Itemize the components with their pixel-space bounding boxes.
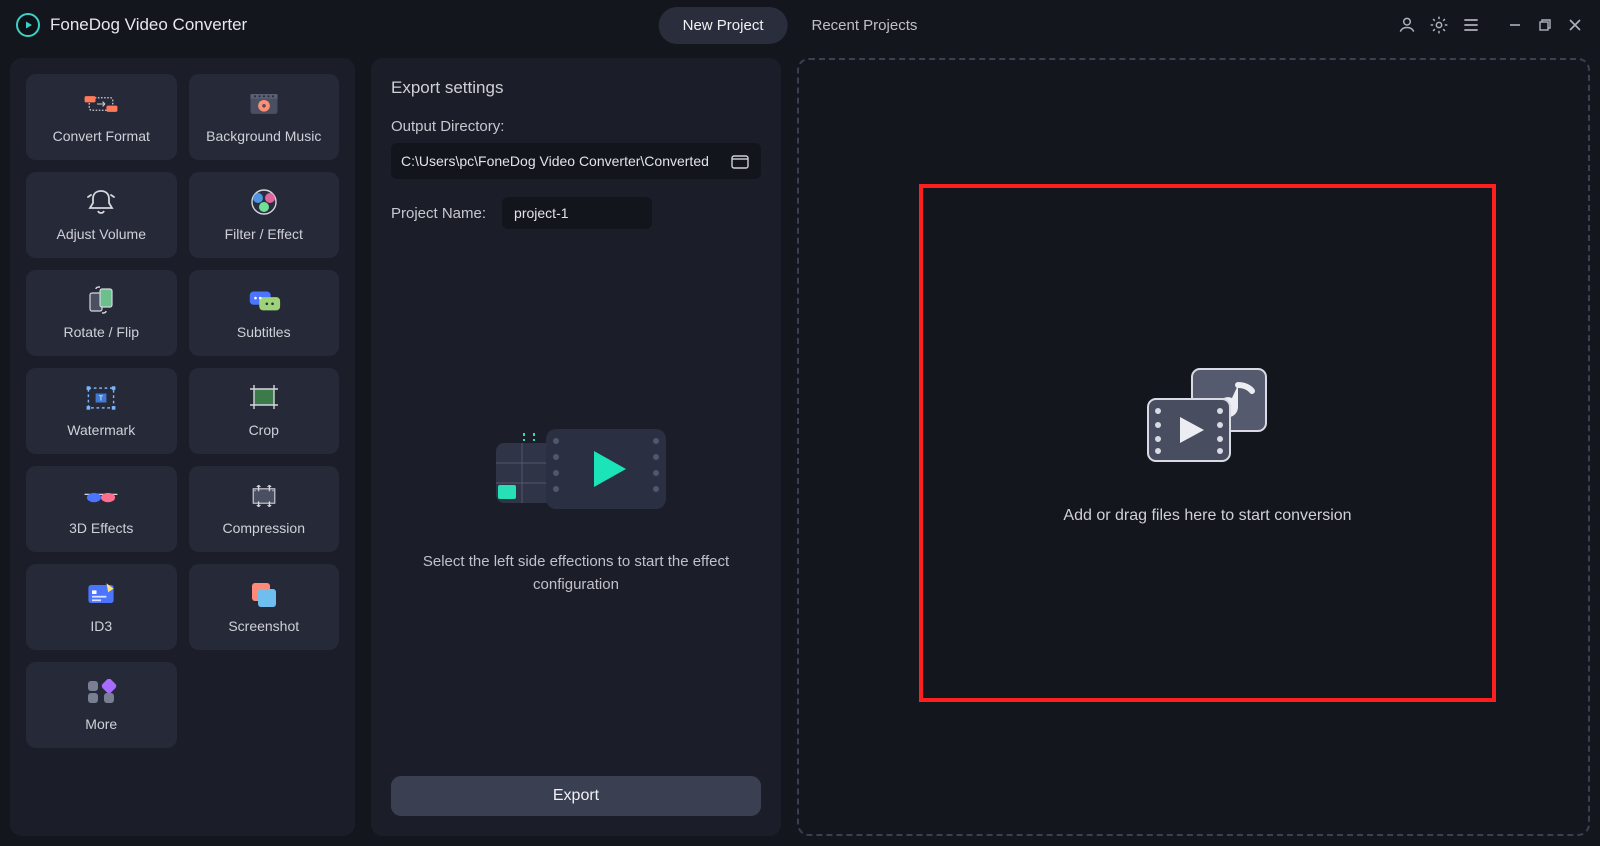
tool-adjust-volume[interactable]: Adjust Volume (26, 172, 177, 258)
output-dir-label: Output Directory: (391, 118, 761, 135)
tab-recent-projects-label: Recent Projects (811, 17, 917, 34)
tool-label: Screenshot (228, 618, 299, 634)
tab-new-project-label: New Project (683, 17, 764, 34)
tool-3d-effects[interactable]: 3D Effects (26, 466, 177, 552)
tool-screenshot[interactable]: Screenshot (189, 564, 340, 650)
menu-icon[interactable] (1460, 14, 1482, 36)
tool-label: Rotate / Flip (64, 324, 139, 340)
more-icon (83, 678, 119, 706)
export-settings-title: Export settings (391, 78, 761, 98)
tool-label: Compression (223, 520, 305, 536)
project-name-label: Project Name: (391, 205, 486, 222)
tool-label: Crop (249, 422, 279, 438)
tool-label: Adjust Volume (57, 226, 147, 242)
title-actions (1396, 14, 1584, 36)
browse-folder-icon[interactable] (729, 150, 751, 172)
minimize-icon[interactable] (1506, 16, 1524, 34)
media-files-icon (1138, 361, 1278, 471)
export-button[interactable]: Export (391, 776, 761, 816)
rotate-icon (83, 286, 119, 314)
settings-icon[interactable] (1428, 14, 1450, 36)
drop-highlight-box[interactable]: Add or drag files here to start conversi… (919, 184, 1496, 702)
drop-hint-text: Add or drag files here to start conversi… (1063, 507, 1351, 525)
id3-icon (83, 580, 119, 608)
crop-icon (246, 384, 282, 412)
compression-icon (246, 482, 282, 510)
subtitles-icon (246, 286, 282, 314)
tool-label: Subtitles (237, 324, 291, 340)
maximize-icon[interactable] (1536, 16, 1554, 34)
output-dir-input[interactable] (401, 153, 729, 169)
music-film-icon (246, 90, 282, 118)
export-panel: Export settings Output Directory: Projec… (371, 58, 781, 836)
bell-icon (83, 188, 119, 216)
effect-preview-area: Select the left side effections to start… (391, 229, 761, 776)
tool-label: 3D Effects (69, 520, 133, 536)
convert-icon (83, 90, 119, 118)
tab-recent-projects[interactable]: Recent Projects (787, 7, 941, 44)
tool-label: Convert Format (53, 128, 150, 144)
tab-new-project[interactable]: New Project (659, 7, 788, 44)
account-icon[interactable] (1396, 14, 1418, 36)
tabs: New Project Recent Projects (659, 5, 942, 45)
tool-rotate-flip[interactable]: Rotate / Flip (26, 270, 177, 356)
drop-panel[interactable]: Add or drag files here to start conversi… (797, 58, 1590, 836)
tool-label: Background Music (206, 128, 321, 144)
main-stage: Convert Format Background Music (0, 50, 1600, 846)
tool-label: ID3 (90, 618, 112, 634)
tool-label: Filter / Effect (225, 226, 303, 242)
preview-illustration-icon (476, 409, 676, 529)
tools-grid: Convert Format Background Music (26, 74, 339, 748)
watermark-icon: T (83, 384, 119, 412)
tool-background-music[interactable]: Background Music (189, 74, 340, 160)
tool-watermark[interactable]: T Watermark (26, 368, 177, 454)
glasses-3d-icon (83, 482, 119, 510)
tool-filter-effect[interactable]: Filter / Effect (189, 172, 340, 258)
color-wheel-icon (246, 188, 282, 216)
tool-compression[interactable]: Compression (189, 466, 340, 552)
tools-sidebar: Convert Format Background Music (10, 58, 355, 836)
brand: FoneDog Video Converter (16, 13, 247, 37)
project-name-input[interactable] (502, 197, 652, 229)
tool-subtitles[interactable]: Subtitles (189, 270, 340, 356)
app-logo-icon (16, 13, 40, 37)
svg-text:T: T (99, 394, 104, 403)
tool-convert-format[interactable]: Convert Format (26, 74, 177, 160)
window-controls (1506, 16, 1584, 34)
preview-hint-text: Select the left side effections to start… (415, 551, 737, 596)
title-bar: FoneDog Video Converter New Project Rece… (0, 0, 1600, 50)
tool-id3[interactable]: ID3 (26, 564, 177, 650)
close-icon[interactable] (1566, 16, 1584, 34)
tool-label: Watermark (67, 422, 135, 438)
app-title: FoneDog Video Converter (50, 15, 247, 35)
export-button-label: Export (553, 787, 599, 805)
tool-label: More (85, 716, 117, 732)
tool-more[interactable]: More (26, 662, 177, 748)
screenshot-icon (246, 580, 282, 608)
project-name-row: Project Name: (391, 197, 761, 229)
output-dir-row (391, 143, 761, 179)
tool-crop[interactable]: Crop (189, 368, 340, 454)
